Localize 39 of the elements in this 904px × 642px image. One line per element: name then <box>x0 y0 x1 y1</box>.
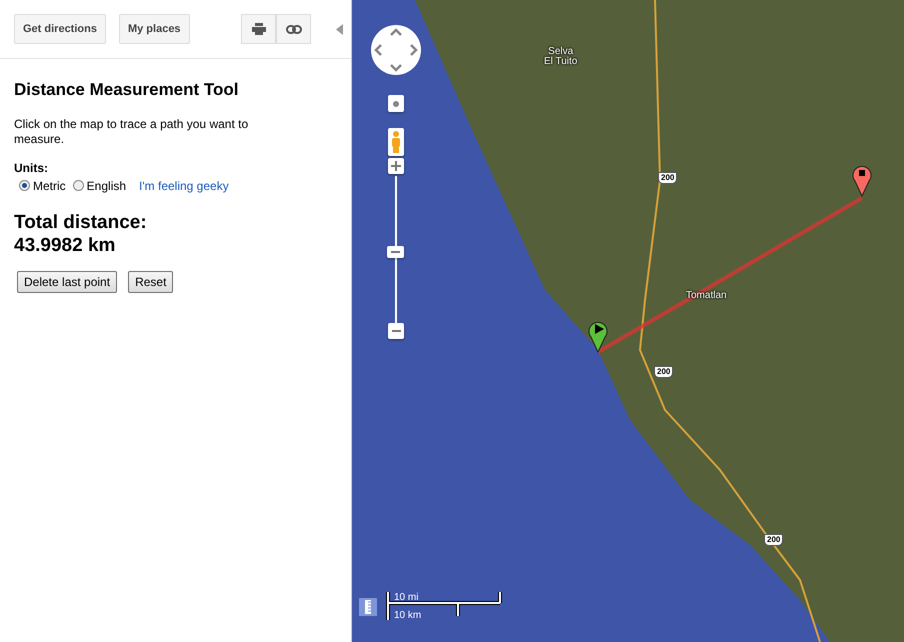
radio-button[interactable] <box>72 180 84 191</box>
pan-control[interactable] <box>370 24 422 76</box>
unit-radio-option[interactable]: English <box>72 176 126 194</box>
end-marker-icon <box>852 166 872 196</box>
printer-icon <box>252 23 266 35</box>
radio-button[interactable] <box>19 180 30 191</box>
dot-icon <box>393 100 399 106</box>
zoom-in-button[interactable] <box>388 158 404 174</box>
highway-shield: 200 <box>654 366 674 378</box>
highway-shield: 200 <box>764 534 784 546</box>
start-marker-icon <box>588 322 608 352</box>
link-button[interactable] <box>276 14 311 44</box>
zoom-out-button[interactable] <box>388 323 404 339</box>
geeky-link[interactable]: I'm feeling geeky <box>139 176 229 194</box>
tool-title: Distance Measurement Tool <box>14 79 240 101</box>
units-label: Units: <box>14 160 49 176</box>
reset-button[interactable]: Reset <box>128 270 174 292</box>
total-distance-value: 43.9982 km <box>14 234 116 256</box>
my-places-button[interactable]: My places <box>118 14 190 44</box>
link-icon <box>286 24 302 34</box>
scale-miles-label: 10 mi <box>394 591 418 605</box>
location-button[interactable] <box>388 95 404 112</box>
minus-icon <box>391 251 400 253</box>
get-directions-button[interactable]: Get directions <box>14 14 106 44</box>
total-distance-label: Total distance: <box>14 210 148 234</box>
place-label: Selva El Tuito <box>544 47 578 67</box>
collapse-arrow-icon[interactable] <box>336 24 343 34</box>
zoom-slider-handle[interactable] <box>387 246 404 258</box>
tool-description: Click on the map to trace a path you want to measure. <box>14 116 250 146</box>
unit-radio-option[interactable]: Metric <box>19 176 66 194</box>
place-label: Tomatlan <box>686 291 727 301</box>
plus-icon <box>391 161 401 172</box>
minus-icon <box>392 330 400 332</box>
ruler-icon[interactable] <box>359 598 377 616</box>
highway-shield: 200 <box>658 172 678 184</box>
scale-km-label: 10 km <box>394 609 422 623</box>
person-icon <box>391 131 401 153</box>
print-button[interactable] <box>241 14 276 44</box>
delete-last-point-button[interactable]: Delete last point <box>17 270 118 292</box>
